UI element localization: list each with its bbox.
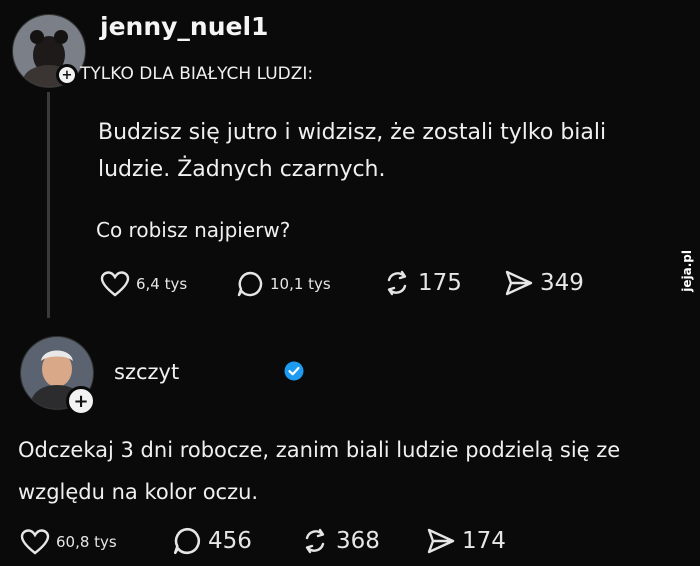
comment-count: 10,1 tys [270,275,331,293]
follow-plus-button[interactable]: + [56,64,78,86]
comment-button[interactable]: 456 [172,526,252,556]
heart-icon [100,271,130,297]
post-body-line2: ludzie. Żadnych czarnych. [98,157,386,182]
thread-line [47,92,50,318]
username-szczyt[interactable]: szczyt [114,360,179,384]
like-count: 60,8 tys [56,533,117,551]
post-question: Co robisz najpierw? [96,218,291,242]
reply-body-line1: Odczekaj 3 dni robocze, zanim biali ludz… [18,438,621,462]
reply-body-line2: względu na kolor oczu. [18,480,259,504]
heart-icon [20,529,50,555]
like-button[interactable]: 60,8 tys [20,528,117,556]
repost-button[interactable]: 175 [382,268,462,298]
like-count: 6,4 tys [136,275,188,293]
verified-badge-icon [284,361,304,381]
repost-count: 175 [418,270,462,296]
comment-button[interactable]: 10,1 tys [236,270,331,298]
watermark-logo: jeja.pl [680,250,694,292]
share-button[interactable]: 174 [426,526,506,556]
comment-icon [173,527,201,555]
send-icon [505,270,533,296]
follow-plus-button[interactable]: + [66,386,96,416]
comment-count: 456 [208,528,252,554]
share-count: 349 [540,270,584,296]
repost-count: 368 [336,528,380,554]
like-button[interactable]: 6,4 tys [100,270,187,298]
share-button[interactable]: 349 [504,268,584,298]
post-header-text: TYLKO DLA BIAŁYCH LUDZI: [80,64,314,84]
comment-icon [237,271,263,297]
repost-icon [305,528,325,554]
username-jenny[interactable]: jenny_nuel1 [100,12,268,41]
send-icon [427,528,455,554]
share-count: 174 [462,528,506,554]
post-body-line1: Budzisz się jutro i widzisz, że zostali … [98,120,607,145]
repost-icon [387,270,407,296]
repost-button[interactable]: 368 [300,526,380,556]
